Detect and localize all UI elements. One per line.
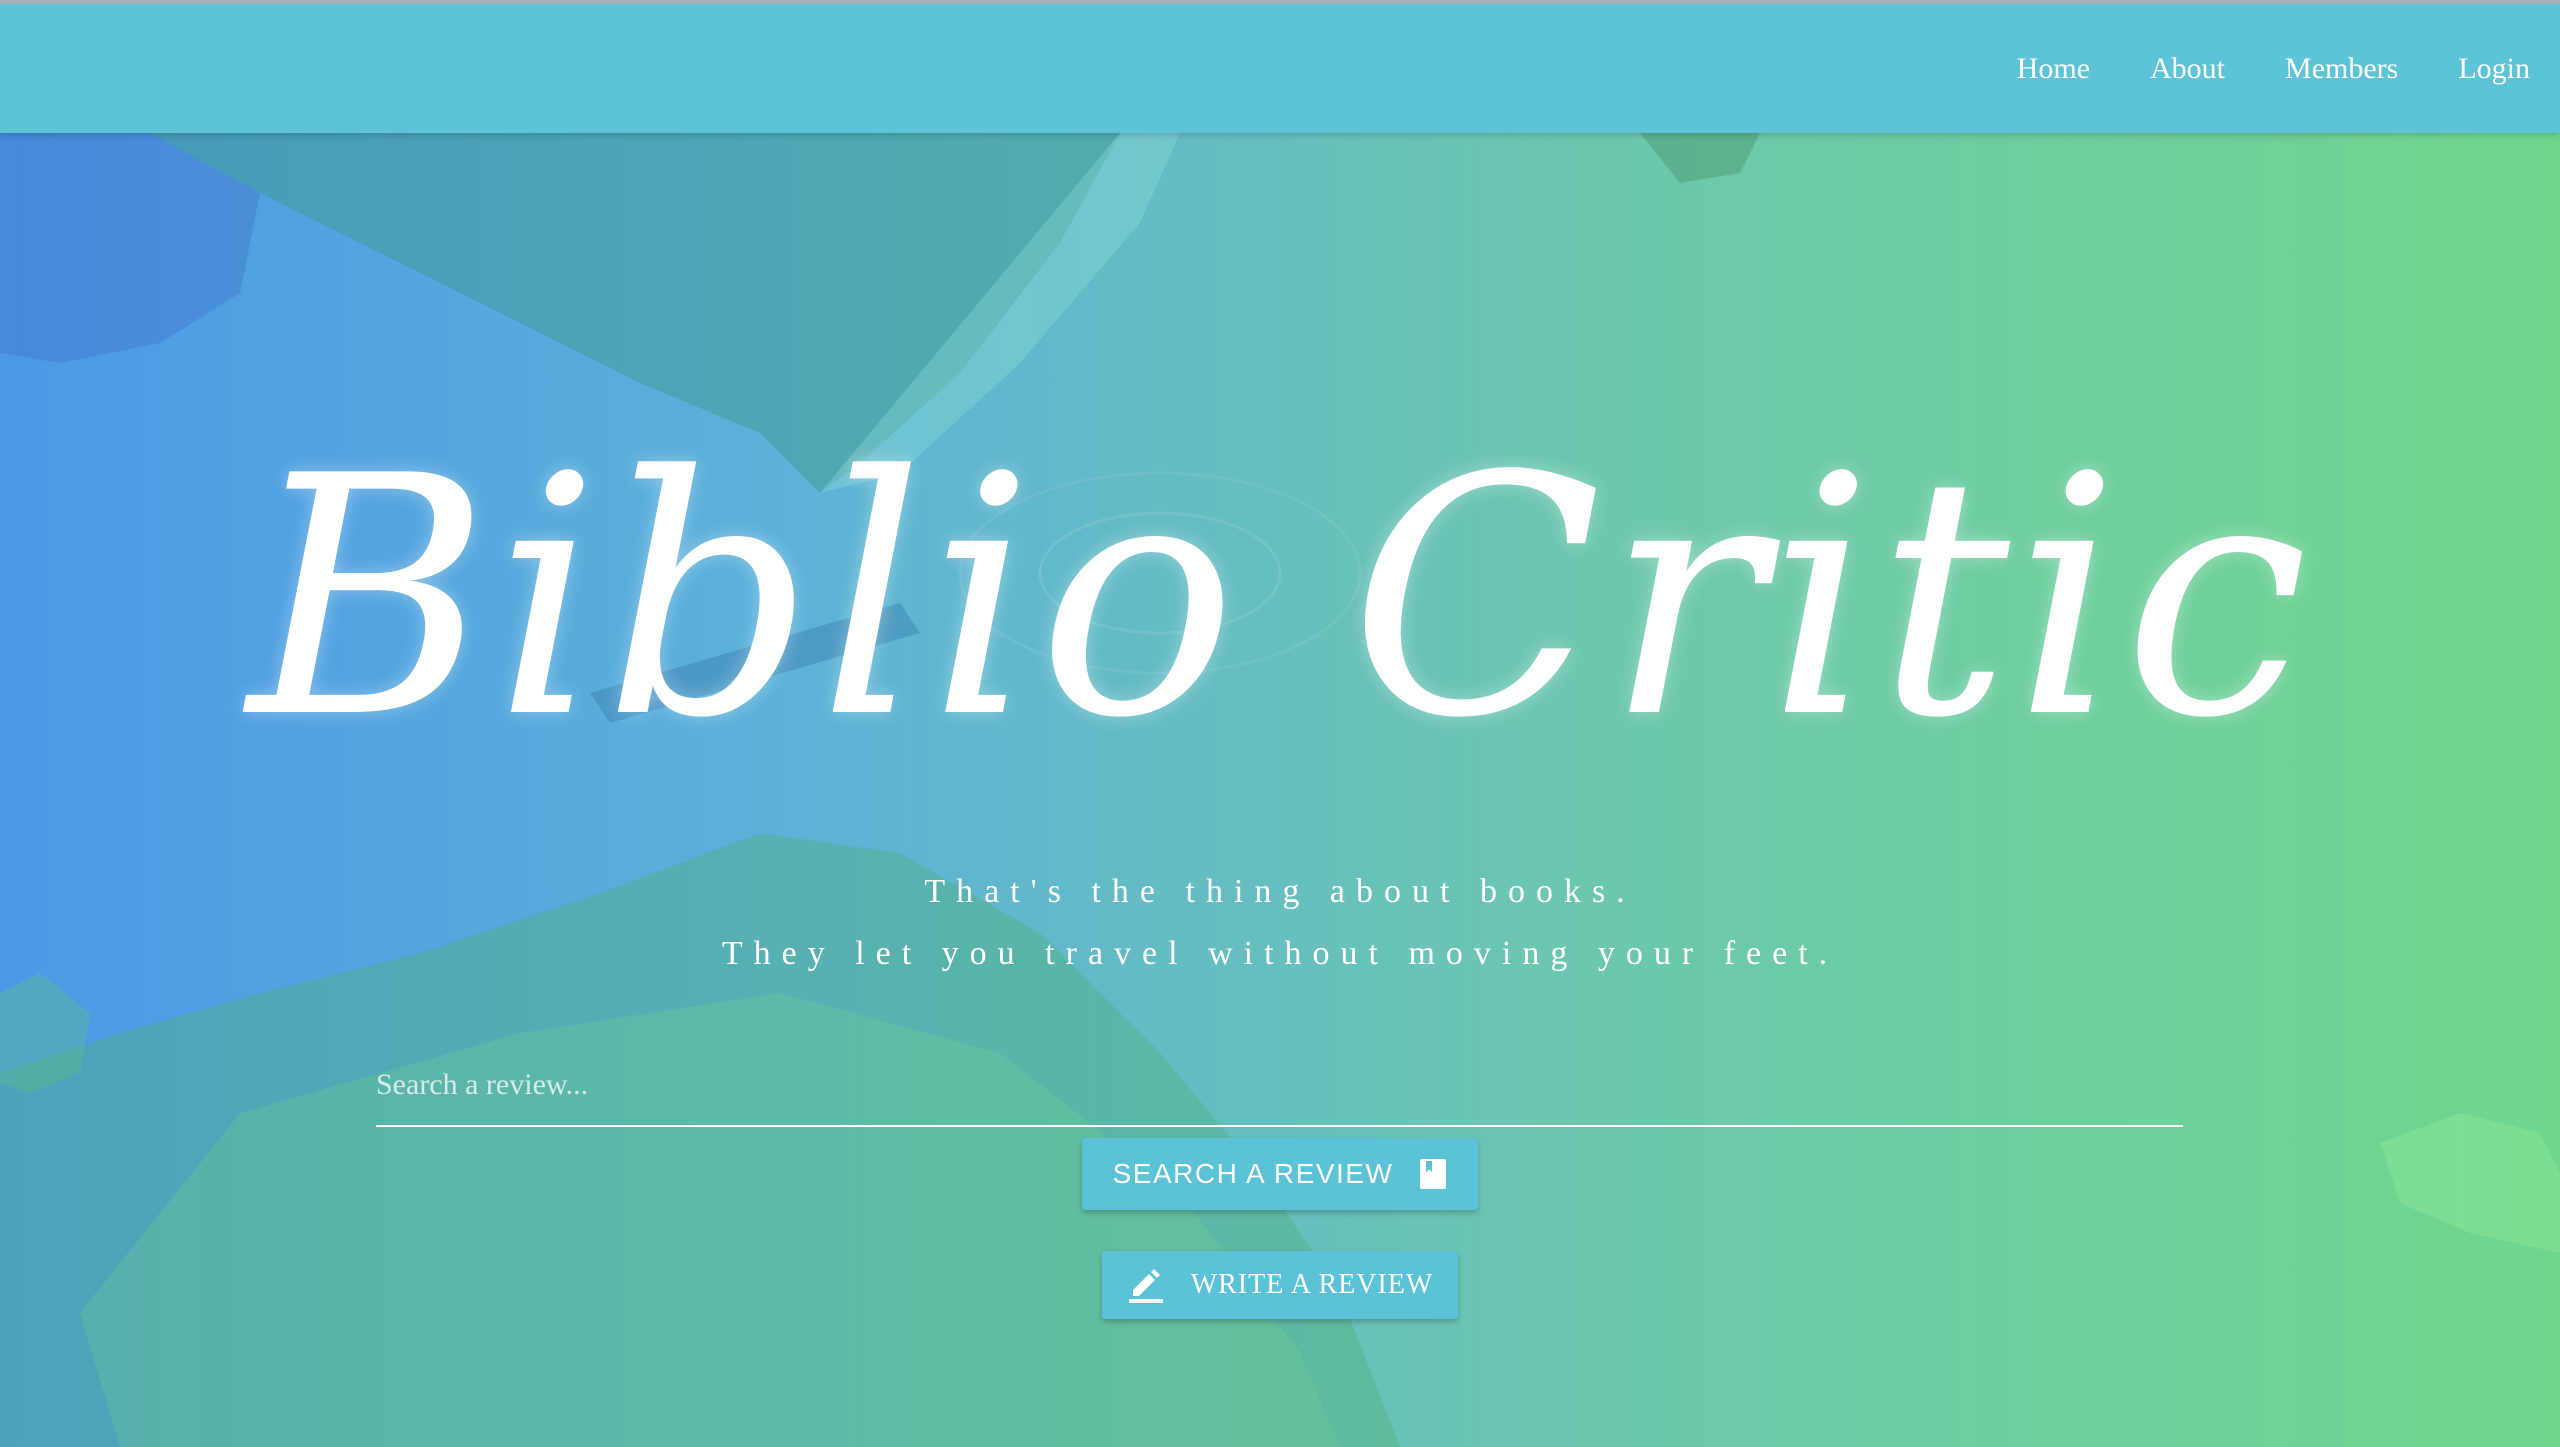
- write-review-label: WRITE A REVIEW: [1190, 1269, 1434, 1300]
- hero-section: Biblio Critic That's the thing about boo…: [0, 133, 2560, 1447]
- navbar: Home About Members Login: [0, 4, 2560, 133]
- nav-link-about[interactable]: About: [2120, 52, 2255, 86]
- nav-links: Home About Members Login: [1987, 4, 2530, 133]
- search-review-label: SEARCH A REVIEW: [1112, 1158, 1394, 1189]
- search-input[interactable]: [376, 1045, 2183, 1125]
- tagline-line-2: They let you travel without moving your …: [721, 935, 1839, 972]
- book-icon: [1419, 1158, 1447, 1190]
- nav-link-home[interactable]: Home: [1987, 52, 2120, 86]
- hero-background-image: [0, 133, 2560, 1447]
- write-review-button[interactable]: WRITE A REVIEW: [1102, 1251, 1458, 1319]
- pencil-icon: [1127, 1266, 1165, 1304]
- search-field: [376, 1045, 2183, 1127]
- nav-link-login[interactable]: Login: [2428, 52, 2530, 86]
- tagline-line-1: That's the thing about books.: [924, 873, 1636, 910]
- site-title: Biblio Critic: [247, 406, 2313, 790]
- page: Home About Members Login Biblio Critic T…: [0, 0, 2560, 1447]
- search-review-button[interactable]: SEARCH A REVIEW: [1082, 1138, 1478, 1210]
- nav-link-members[interactable]: Members: [2255, 52, 2428, 86]
